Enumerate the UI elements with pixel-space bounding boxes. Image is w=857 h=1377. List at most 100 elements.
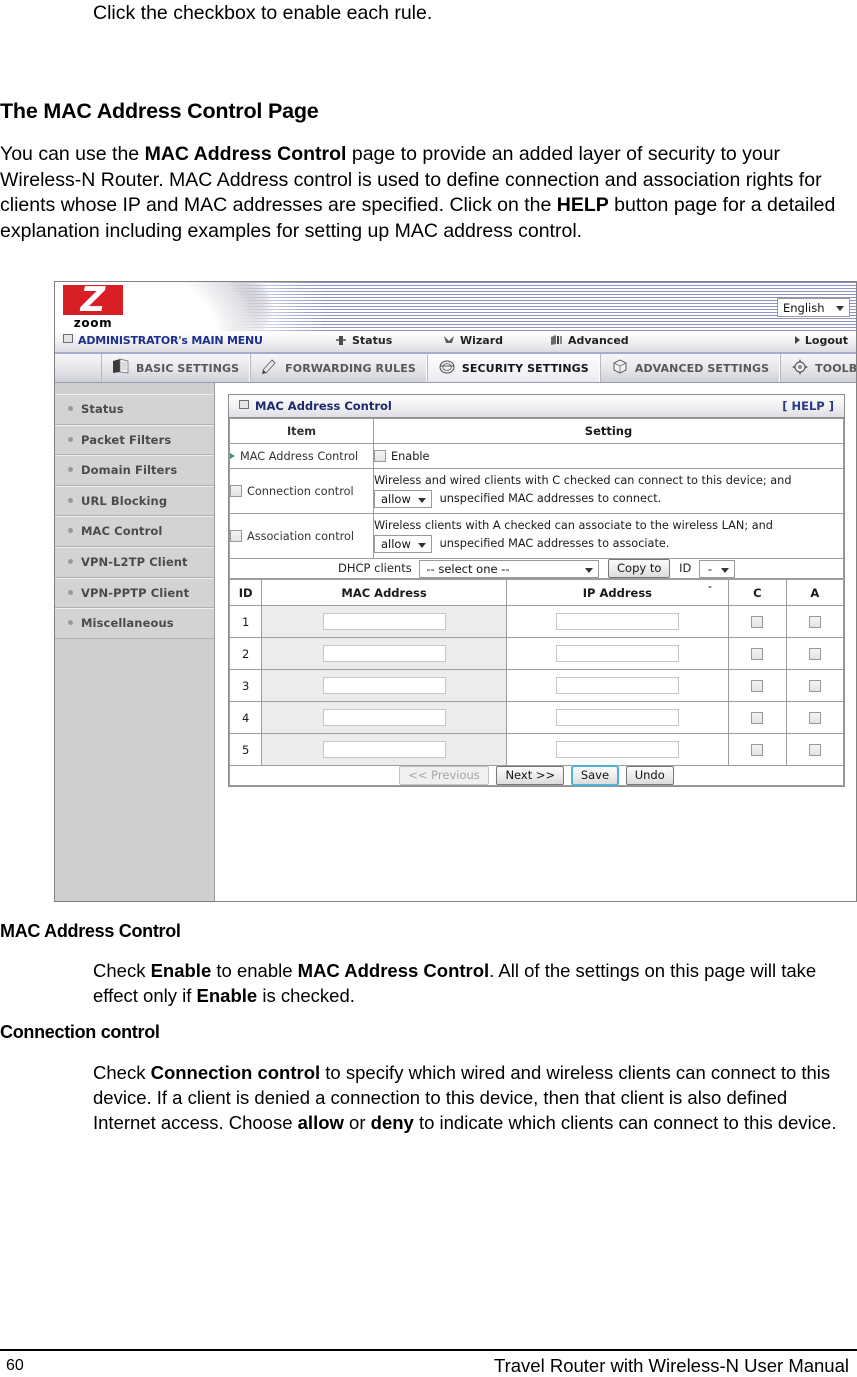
sidebar-item-miscellaneous[interactable]: Miscellaneous bbox=[55, 608, 214, 639]
tab-forwarding-rules[interactable]: FORWARDING RULES bbox=[250, 354, 427, 382]
a-cell bbox=[785, 733, 845, 766]
tab-security-settings[interactable]: SECURITY SETTINGS bbox=[426, 354, 600, 382]
previous-button[interactable]: << Previous bbox=[399, 766, 489, 785]
table-row: 1 bbox=[228, 605, 845, 638]
a-checkbox[interactable] bbox=[808, 711, 821, 724]
row-dhcp-clients: DHCP clients -- select one -- Copy to ID… bbox=[229, 558, 844, 593]
sidebar-item-domain-filters[interactable]: Domain Filters bbox=[55, 455, 214, 486]
c-checkbox[interactable] bbox=[751, 647, 764, 660]
connection-control-text-before: Wireless and wired clients with C checke… bbox=[374, 474, 792, 487]
language-select[interactable]: English bbox=[777, 298, 850, 317]
mac-address-control-enable-checkbox[interactable] bbox=[374, 449, 386, 462]
mac-address-input[interactable] bbox=[322, 645, 446, 662]
tab-toolbox[interactable]: TOOLBOX bbox=[780, 354, 857, 382]
column-header-mac-address: MAC Address bbox=[261, 579, 507, 606]
table-actions-cell: << Previous Next >> Save Undo bbox=[229, 765, 844, 786]
sidebar-item-status[interactable]: Status bbox=[55, 394, 214, 425]
mac-address-input[interactable] bbox=[322, 709, 446, 726]
row-id: 2 bbox=[228, 637, 263, 670]
help-link[interactable]: [ HELP ] bbox=[782, 399, 834, 413]
administrator-main-menu-link[interactable]: ADMINISTRATOR's MAIN MENU bbox=[63, 334, 263, 347]
bullet-icon bbox=[68, 620, 73, 626]
connection-control-policy-value: allow bbox=[381, 492, 411, 506]
association-control-checkbox[interactable] bbox=[230, 529, 242, 542]
sidebar-item-label: VPN-PPTP Client bbox=[81, 585, 190, 600]
a-checkbox[interactable] bbox=[808, 679, 821, 692]
dhcp-clients-select[interactable]: -- select one -- bbox=[419, 559, 600, 578]
shield-icon bbox=[438, 358, 456, 378]
column-header-c: C bbox=[728, 579, 787, 606]
sidebar: Status Packet Filters Domain Filters URL… bbox=[55, 383, 215, 901]
ip-address-cell bbox=[505, 637, 730, 670]
a-cell bbox=[785, 701, 845, 734]
subparagraph-mac-address-control: Check Enable to enable MAC Address Contr… bbox=[93, 960, 817, 1006]
sidebar-item-url-blocking[interactable]: URL Blocking bbox=[55, 485, 214, 517]
dhcp-id-select[interactable]: -- bbox=[698, 559, 735, 593]
connection-control-checkbox[interactable] bbox=[230, 484, 242, 497]
c-checkbox[interactable] bbox=[751, 679, 764, 692]
c-checkbox[interactable] bbox=[751, 615, 764, 628]
mac-entries-header-row: ID MAC Address IP Address C A bbox=[228, 579, 845, 606]
logout-label: Logout bbox=[804, 334, 848, 347]
window-icon bbox=[239, 400, 249, 409]
tab-advanced-settings[interactable]: ADVANCED SETTINGS bbox=[599, 354, 781, 382]
bullet-icon bbox=[68, 467, 73, 473]
tab-basic-settings[interactable]: BASIC SETTINGS bbox=[101, 354, 251, 382]
mac-address-cell bbox=[261, 669, 507, 702]
tab-toolbox-label: TOOLBOX bbox=[815, 361, 857, 375]
c-cell bbox=[728, 669, 787, 702]
pencil-icon bbox=[261, 358, 279, 378]
a-checkbox[interactable] bbox=[808, 615, 821, 628]
table-row: 5 bbox=[228, 733, 845, 766]
menu-item-wizard-label: Wizard bbox=[460, 334, 504, 347]
ip-address-input[interactable] bbox=[555, 709, 679, 726]
table-row: 4 bbox=[228, 701, 845, 734]
c-cell bbox=[728, 733, 787, 766]
menu-item-wizard[interactable]: Wizard bbox=[443, 334, 503, 349]
mac-address-input[interactable] bbox=[322, 741, 446, 758]
sidebar-item-packet-filters[interactable]: Packet Filters bbox=[55, 424, 214, 456]
next-button[interactable]: Next >> bbox=[496, 766, 565, 785]
connection-control-policy-select[interactable]: allow bbox=[374, 490, 432, 508]
association-control-setting-cell: Wireless clients with A checked can asso… bbox=[373, 513, 844, 559]
bullet-icon bbox=[68, 406, 73, 411]
ip-address-input[interactable] bbox=[555, 645, 679, 662]
sidebar-item-label: Miscellaneous bbox=[81, 616, 174, 631]
tab-strip: BASIC SETTINGS FORWARDING RULES SECURITY… bbox=[55, 354, 856, 383]
c-checkbox[interactable] bbox=[751, 711, 764, 724]
sidebar-item-vpn-pptp-client[interactable]: VPN-PPTP Client bbox=[55, 577, 214, 609]
sidebar-item-mac-control[interactable]: MAC Control bbox=[55, 516, 214, 547]
ip-address-input[interactable] bbox=[555, 677, 679, 694]
mac-entries-table: ID MAC Address IP Address C A 1 2 3 4 5 … bbox=[228, 579, 845, 786]
logo-square: Z bbox=[63, 282, 123, 319]
row-id: 4 bbox=[228, 701, 263, 734]
column-header-a: A bbox=[785, 579, 845, 606]
ip-address-input[interactable] bbox=[555, 741, 679, 758]
a-checkbox[interactable] bbox=[808, 743, 821, 756]
mac-address-control-enable-label: Enable bbox=[391, 449, 430, 463]
ip-address-input[interactable] bbox=[555, 613, 679, 630]
a-cell bbox=[785, 605, 845, 638]
undo-button[interactable]: Undo bbox=[625, 766, 674, 785]
chevron-down-icon bbox=[418, 498, 426, 503]
mac-address-input[interactable] bbox=[322, 613, 446, 630]
settings-table-header-row: Item Setting bbox=[229, 418, 844, 444]
tab-security-settings-label: SECURITY SETTINGS bbox=[461, 361, 589, 375]
subparagraph-connection-control: Check Connection control to specify whic… bbox=[93, 1062, 837, 1133]
save-button[interactable]: Save bbox=[570, 765, 620, 786]
menu-item-status[interactable]: Status bbox=[335, 334, 392, 349]
mac-address-cell bbox=[261, 605, 507, 638]
c-checkbox[interactable] bbox=[751, 743, 764, 756]
row-id: 3 bbox=[228, 669, 263, 702]
sidebar-item-label: Packet Filters bbox=[81, 432, 172, 447]
menu-item-advanced[interactable]: Advanced bbox=[550, 334, 629, 349]
paragraph-intro: You can use the MAC Address Control page… bbox=[0, 143, 836, 242]
copy-to-button[interactable]: Copy to bbox=[608, 559, 671, 578]
logout-link[interactable]: Logout bbox=[794, 334, 848, 347]
association-control-policy-select[interactable]: allow bbox=[374, 535, 432, 553]
tab-basic-settings-label: BASIC SETTINGS bbox=[136, 361, 240, 375]
sidebar-item-vpn-l2tp-client[interactable]: VPN-L2TP Client bbox=[55, 546, 214, 578]
mac-address-input[interactable] bbox=[322, 677, 446, 694]
footer-divider bbox=[0, 1349, 857, 1351]
a-checkbox[interactable] bbox=[808, 647, 821, 660]
